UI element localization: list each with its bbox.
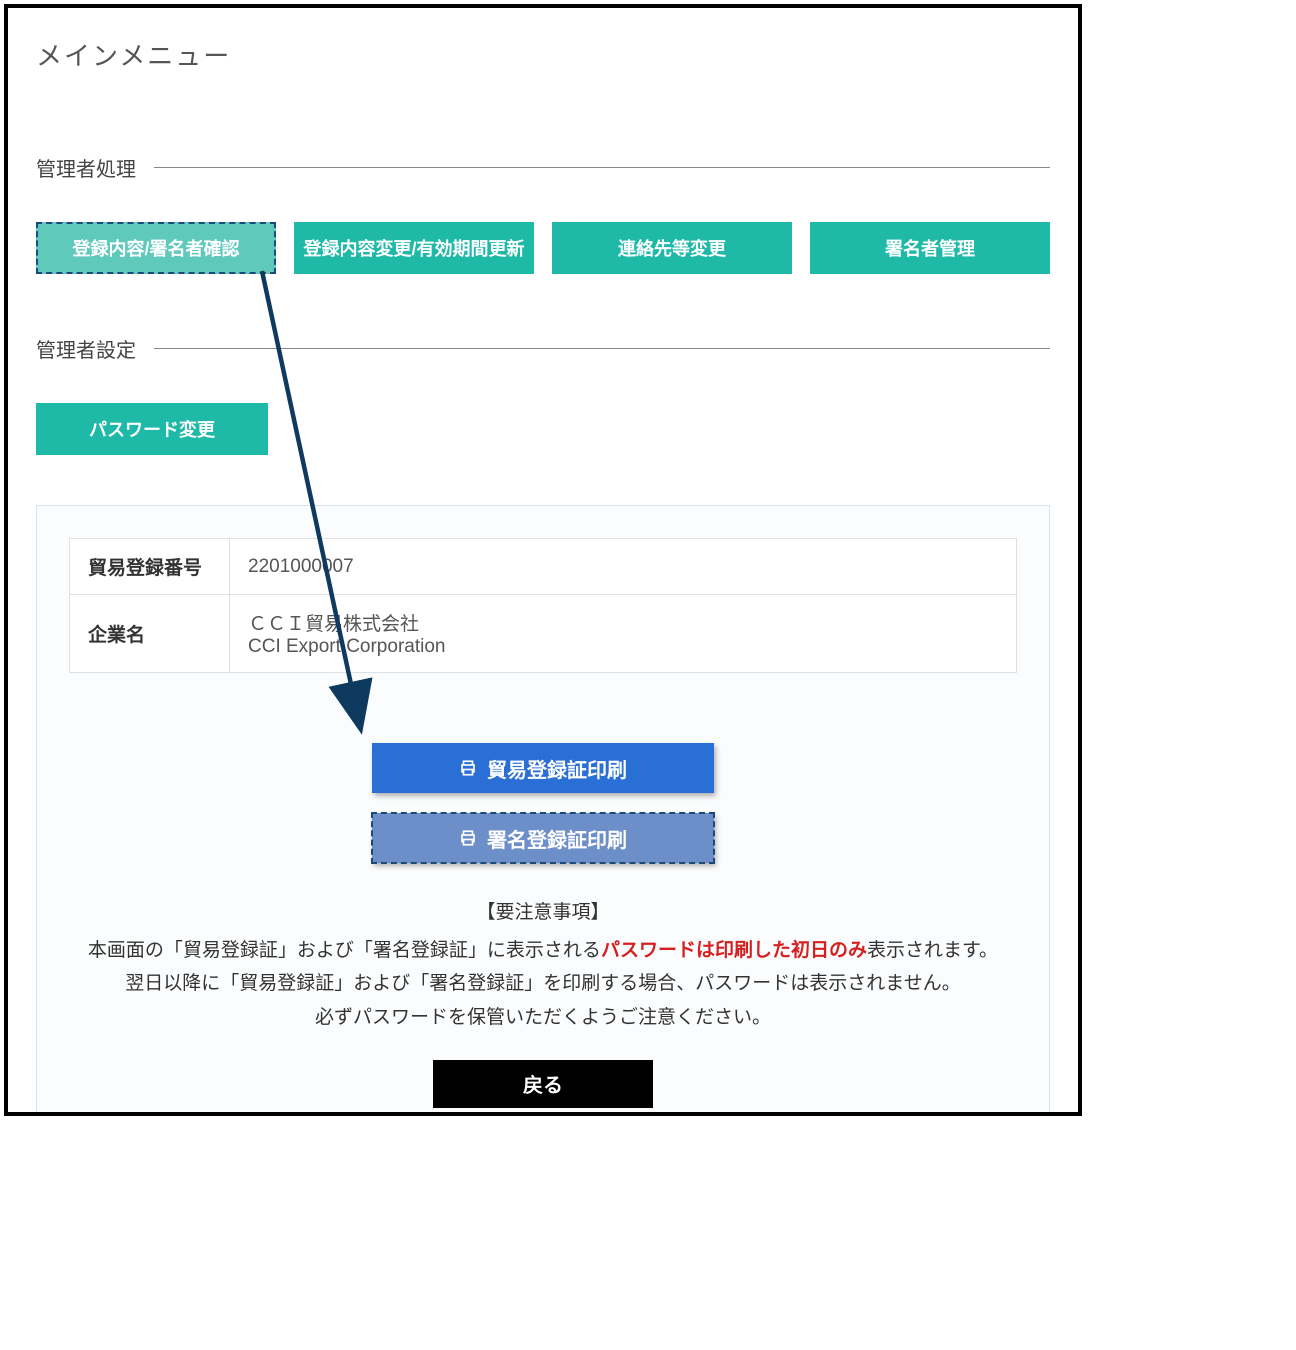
- print-trade-registration-button[interactable]: 貿易登録証印刷: [372, 743, 714, 793]
- back-button[interactable]: 戻る: [433, 1060, 653, 1108]
- row-value-company-name: ＣＣＩ貿易株式会社 CCI Export Corporation: [230, 595, 1017, 673]
- notice-title: 【要注意事項】: [69, 897, 1017, 924]
- detail-panel: 貿易登録番号 2201000007 企業名 ＣＣＩ貿易株式会社 CCI Expo…: [36, 505, 1050, 1116]
- page-title: メインメニュー: [36, 36, 1078, 73]
- registration-confirm-button[interactable]: 登録内容/署名者確認: [36, 222, 276, 274]
- notice-block: 【要注意事項】 本画面の「貿易登録証」および「署名登録証」に表示されるパスワード…: [69, 897, 1017, 1034]
- section-admin-settings: 管理者設定: [8, 334, 1078, 363]
- password-change-button[interactable]: パスワード変更: [36, 403, 268, 455]
- company-name-jp: ＣＣＩ貿易株式会社: [248, 609, 998, 636]
- signer-manage-button[interactable]: 署名者管理: [810, 222, 1050, 274]
- notice-line-1: 本画面の「貿易登録証」および「署名登録証」に表示されるパスワードは印刷した初日の…: [69, 934, 1017, 967]
- section-label-admin-settings: 管理者設定: [36, 334, 154, 363]
- notice-line-3: 必ずパスワードを保管いただくようご注意ください。: [69, 1001, 1017, 1034]
- section-label-admin-process: 管理者処理: [36, 153, 154, 182]
- print-signature-label: 署名登録証印刷: [487, 824, 627, 853]
- table-row: 企業名 ＣＣＩ貿易株式会社 CCI Export Corporation: [70, 595, 1017, 673]
- row-value-registration-number: 2201000007: [230, 539, 1017, 595]
- contact-change-button[interactable]: 連絡先等変更: [552, 222, 792, 274]
- company-name-en: CCI Export Corporation: [248, 636, 998, 658]
- admin-settings-buttons: パスワード変更: [8, 403, 1078, 455]
- notice-1-pre: 本画面の「貿易登録証」および「署名登録証」に表示される: [88, 940, 601, 961]
- divider: [154, 167, 1050, 168]
- notice-1-post: 表示されます。: [867, 940, 998, 961]
- info-table: 貿易登録番号 2201000007 企業名 ＣＣＩ貿易株式会社 CCI Expo…: [69, 538, 1017, 673]
- registration-change-button[interactable]: 登録内容変更/有効期間更新: [294, 222, 534, 274]
- print-signature-registration-button[interactable]: 署名登録証印刷: [372, 813, 714, 863]
- print-trade-label: 貿易登録証印刷: [487, 754, 627, 783]
- notice-line-2: 翌日以降に「貿易登録証」および「署名登録証」を印刷する場合、パスワードは表示され…: [69, 967, 1017, 1000]
- admin-process-buttons: 登録内容/署名者確認 登録内容変更/有効期間更新 連絡先等変更 署名者管理: [8, 222, 1078, 274]
- printer-icon: [459, 759, 477, 777]
- app-window: メインメニュー 管理者処理 登録内容/署名者確認 登録内容変更/有効期間更新 連…: [4, 4, 1082, 1116]
- row-label-company-name: 企業名: [70, 595, 230, 673]
- row-label-registration-number: 貿易登録番号: [70, 539, 230, 595]
- printer-icon: [459, 829, 477, 847]
- notice-1-red: パスワードは印刷した初日のみ: [601, 940, 867, 961]
- print-button-group: 貿易登録証印刷 署名登録証印刷: [69, 743, 1017, 863]
- divider: [154, 348, 1050, 349]
- section-admin-process: 管理者処理: [8, 153, 1078, 182]
- table-row: 貿易登録番号 2201000007: [70, 539, 1017, 595]
